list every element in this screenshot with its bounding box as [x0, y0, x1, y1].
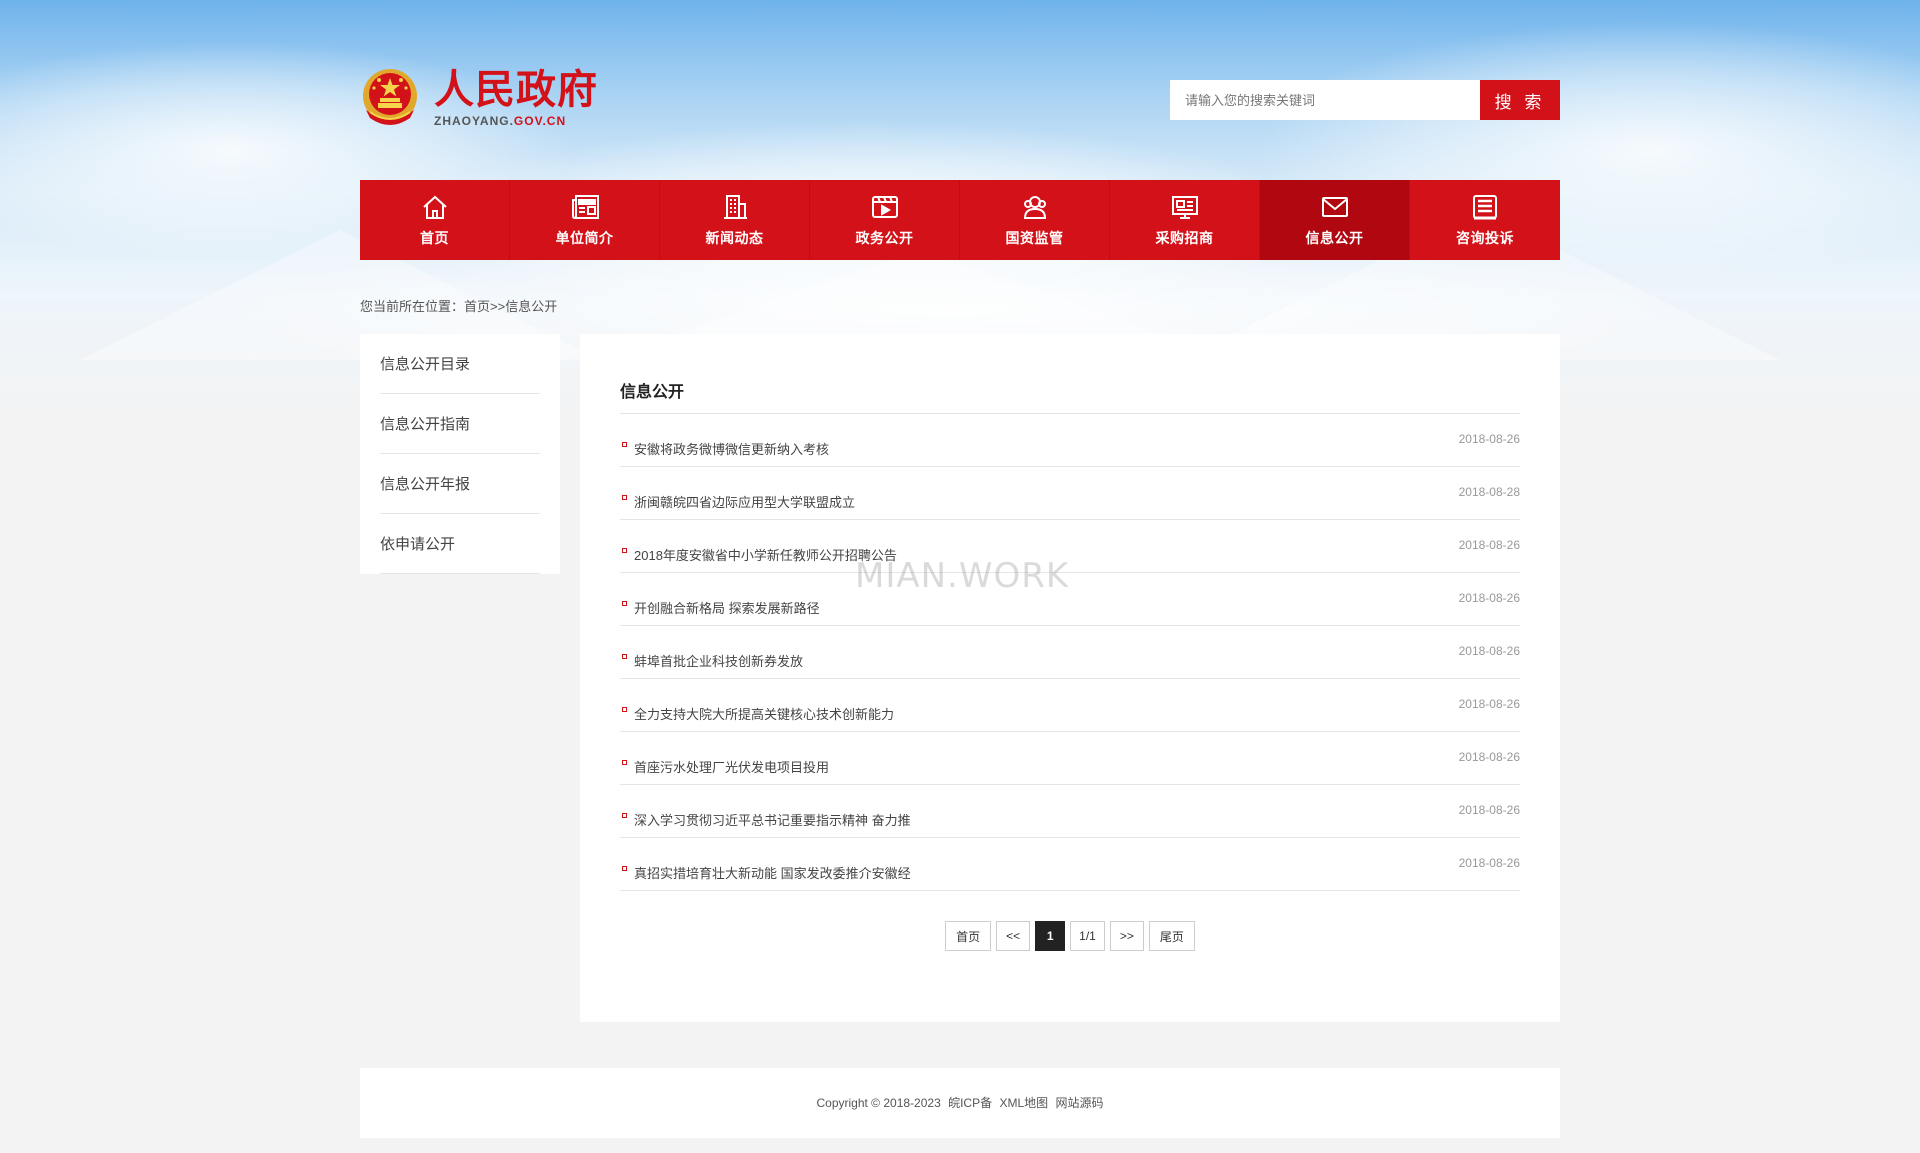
- nav-label: 单位简介: [555, 230, 614, 246]
- nav-label: 采购招商: [1155, 230, 1214, 246]
- bullet-icon: [622, 654, 627, 659]
- news-title-link[interactable]: 安徽将政务微博微信更新纳入考核: [634, 439, 829, 458]
- pager-current-page[interactable]: 1: [1035, 921, 1066, 951]
- news-date: 2018-08-26: [1458, 644, 1520, 658]
- list-item: 2018年度安徽省中小学新任教师公开招聘公告 2018-08-26: [620, 520, 1520, 573]
- nav-label: 国资监管: [1005, 230, 1064, 246]
- list-item: 安徽将政务微博微信更新纳入考核 2018-08-26: [620, 414, 1520, 467]
- pager-info: 1/1: [1070, 921, 1105, 951]
- bullet-icon: [622, 548, 627, 553]
- footer-sitemap-link[interactable]: XML地图: [999, 1096, 1048, 1110]
- bullet-icon: [622, 442, 627, 447]
- users-icon: [1023, 196, 1046, 219]
- monitor-icon: [1171, 196, 1198, 219]
- footer-copyright: Copyright © 2018-2023: [816, 1096, 941, 1110]
- news-title-link[interactable]: 真招实措培育壮大新动能 国家发改委推介安徽经: [634, 863, 911, 882]
- mail-icon: [1321, 197, 1348, 217]
- breadcrumb-prefix: 您当前所在位置：: [360, 299, 465, 314]
- list-item: 开创融合新格局 探索发展新路径 2018-08-26: [620, 573, 1520, 626]
- nav-label: 信息公开: [1305, 230, 1364, 246]
- logo-domain: ZHAOYANG.GOV.CN: [434, 114, 598, 128]
- national-emblem-icon: [363, 69, 417, 125]
- pagination: 首页 << 1 1/1 >> 尾页: [620, 921, 1520, 951]
- news-date: 2018-08-26: [1458, 432, 1520, 446]
- news-date: 2018-08-26: [1458, 538, 1520, 552]
- main-nav: 首页 单位简介 新闻动态 政务公开 国资监管 采购招商 信息公开 咨询投诉: [360, 180, 1560, 260]
- bullet-icon: [622, 601, 627, 606]
- nav-label: 咨询投诉: [1456, 230, 1514, 246]
- site-header: 人民政府 ZHAOYANG.GOV.CN 搜 索: [360, 60, 1560, 140]
- breadcrumb-home[interactable]: 首页: [464, 299, 490, 314]
- main-content: 信息公开 安徽将政务微博微信更新纳入考核 2018-08-26 浙闽赣皖四省边际应…: [580, 334, 1560, 1022]
- list-item: 首座污水处理厂光伏发电项目投用 2018-08-26: [620, 732, 1520, 785]
- watermark: MIAN.WORK: [855, 556, 1070, 596]
- nav-label: 首页: [420, 230, 449, 246]
- nav-item-consult[interactable]: 咨询投诉: [1410, 180, 1560, 260]
- nav-item-info[interactable]: 信息公开: [1260, 180, 1410, 260]
- sidebar-item-catalog[interactable]: 信息公开目录: [380, 334, 540, 394]
- home-icon: [422, 195, 447, 219]
- building-icon: [723, 195, 747, 219]
- news-date: 2018-08-26: [1458, 856, 1520, 870]
- news-date: 2018-08-26: [1458, 591, 1520, 605]
- bullet-icon: [622, 813, 627, 818]
- list-item: 蚌埠首批企业科技创新券发放 2018-08-26: [620, 626, 1520, 679]
- news-date: 2018-08-28: [1458, 485, 1520, 499]
- news-icon: [571, 195, 599, 219]
- pager-prev-button[interactable]: <<: [996, 921, 1031, 951]
- nav-item-assets[interactable]: 国资监管: [960, 180, 1110, 260]
- nav-item-news[interactable]: 新闻动态: [660, 180, 810, 260]
- search-input[interactable]: [1170, 80, 1480, 120]
- footer-icp-link[interactable]: 皖ICP备: [948, 1096, 992, 1110]
- breadcrumb-current: 信息公开: [505, 299, 558, 314]
- news-date: 2018-08-26: [1458, 750, 1520, 764]
- news-title-link[interactable]: 全力支持大院大所提高关键核心技术创新能力: [634, 704, 894, 723]
- bullet-icon: [622, 760, 627, 765]
- nav-item-home[interactable]: 首页: [360, 180, 510, 260]
- site-footer: Copyright © 2018-2023 皖ICP备 XML地图 网站源码: [360, 1068, 1560, 1138]
- news-list: 安徽将政务微博微信更新纳入考核 2018-08-26 浙闽赣皖四省边际应用型大学联…: [620, 414, 1520, 891]
- news-title-link[interactable]: 首座污水处理厂光伏发电项目投用: [634, 757, 829, 776]
- footer-source-link[interactable]: 网站源码: [1055, 1096, 1103, 1110]
- logo-title: 人民政府: [434, 66, 598, 113]
- nav-item-government[interactable]: 政务公开: [810, 180, 960, 260]
- video-icon: [871, 196, 898, 218]
- news-title-link[interactable]: 开创融合新格局 探索发展新路径: [634, 598, 820, 617]
- page-title: 信息公开: [620, 334, 1520, 414]
- list-item: 浙闽赣皖四省边际应用型大学联盟成立 2018-08-28: [620, 467, 1520, 520]
- breadcrumb: 您当前所在位置：首页>>信息公开: [360, 296, 1560, 315]
- news-title-link[interactable]: 深入学习贯彻习近平总书记重要指示精神 奋力推: [634, 810, 911, 829]
- document-icon: [1473, 195, 1497, 220]
- sidebar: 信息公开目录 信息公开指南 信息公开年报 依申请公开: [360, 334, 560, 574]
- logo-domain-accent: GOV.CN: [513, 114, 567, 128]
- news-date: 2018-08-26: [1458, 803, 1520, 817]
- breadcrumb-separator: >>: [490, 299, 506, 314]
- bullet-icon: [622, 866, 627, 871]
- list-item: 深入学习贯彻习近平总书记重要指示精神 奋力推 2018-08-26: [620, 785, 1520, 838]
- bullet-icon: [622, 707, 627, 712]
- site-logo[interactable]: 人民政府 ZHAOYANG.GOV.CN: [360, 66, 598, 130]
- sidebar-item-annual-report[interactable]: 信息公开年报: [380, 454, 540, 514]
- bullet-icon: [622, 495, 627, 500]
- news-date: 2018-08-26: [1458, 697, 1520, 711]
- search-bar: 搜 索: [1170, 80, 1560, 120]
- pager-next-button[interactable]: >>: [1109, 921, 1144, 951]
- nav-item-about[interactable]: 单位简介: [510, 180, 660, 260]
- nav-label: 政务公开: [855, 230, 914, 246]
- list-item: 全力支持大院大所提高关键核心技术创新能力 2018-08-26: [620, 679, 1520, 732]
- news-title-link[interactable]: 蚌埠首批企业科技创新券发放: [634, 651, 803, 670]
- sidebar-item-guide[interactable]: 信息公开指南: [380, 394, 540, 454]
- search-button[interactable]: 搜 索: [1480, 80, 1560, 120]
- nav-label: 新闻动态: [705, 230, 764, 246]
- pager-last-button[interactable]: 尾页: [1148, 921, 1195, 951]
- list-item: 真招实措培育壮大新动能 国家发改委推介安徽经 2018-08-26: [620, 838, 1520, 891]
- pager-first-button[interactable]: 首页: [945, 921, 992, 951]
- logo-domain-main: ZHAOYANG.: [434, 114, 514, 128]
- nav-item-procurement[interactable]: 采购招商: [1110, 180, 1260, 260]
- news-title-link[interactable]: 浙闽赣皖四省边际应用型大学联盟成立: [634, 492, 855, 511]
- sidebar-item-apply[interactable]: 依申请公开: [380, 514, 540, 574]
